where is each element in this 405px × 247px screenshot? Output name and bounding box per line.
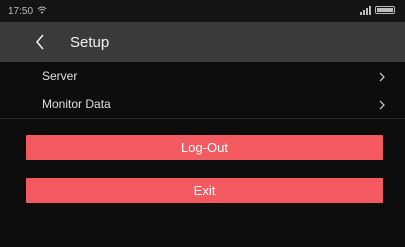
logout-button[interactable]: Log-Out bbox=[26, 135, 383, 160]
settings-menu: Server Monitor Data bbox=[0, 62, 405, 118]
chevron-left-icon[interactable] bbox=[30, 32, 50, 52]
chevron-right-icon bbox=[377, 99, 387, 110]
signal-icon bbox=[360, 5, 371, 15]
status-indicators bbox=[360, 5, 395, 15]
chevron-right-icon bbox=[377, 71, 387, 82]
exit-button[interactable]: Exit bbox=[26, 178, 383, 203]
status-bar: 17:50 bbox=[0, 0, 405, 22]
menu-item-server[interactable]: Server bbox=[0, 62, 405, 90]
menu-item-label: Server bbox=[42, 69, 78, 83]
divider bbox=[0, 118, 405, 119]
menu-item-monitor-data[interactable]: Monitor Data bbox=[0, 90, 405, 118]
setup-screen: 17:50 Setup Server Monitor Data Log-Out … bbox=[0, 0, 405, 247]
page-title: Setup bbox=[70, 33, 110, 51]
wifi-icon bbox=[37, 6, 47, 16]
status-time: 17:50 bbox=[8, 5, 34, 17]
battery-icon bbox=[375, 6, 395, 14]
header: Setup bbox=[0, 22, 405, 62]
menu-item-label: Monitor Data bbox=[42, 97, 111, 111]
